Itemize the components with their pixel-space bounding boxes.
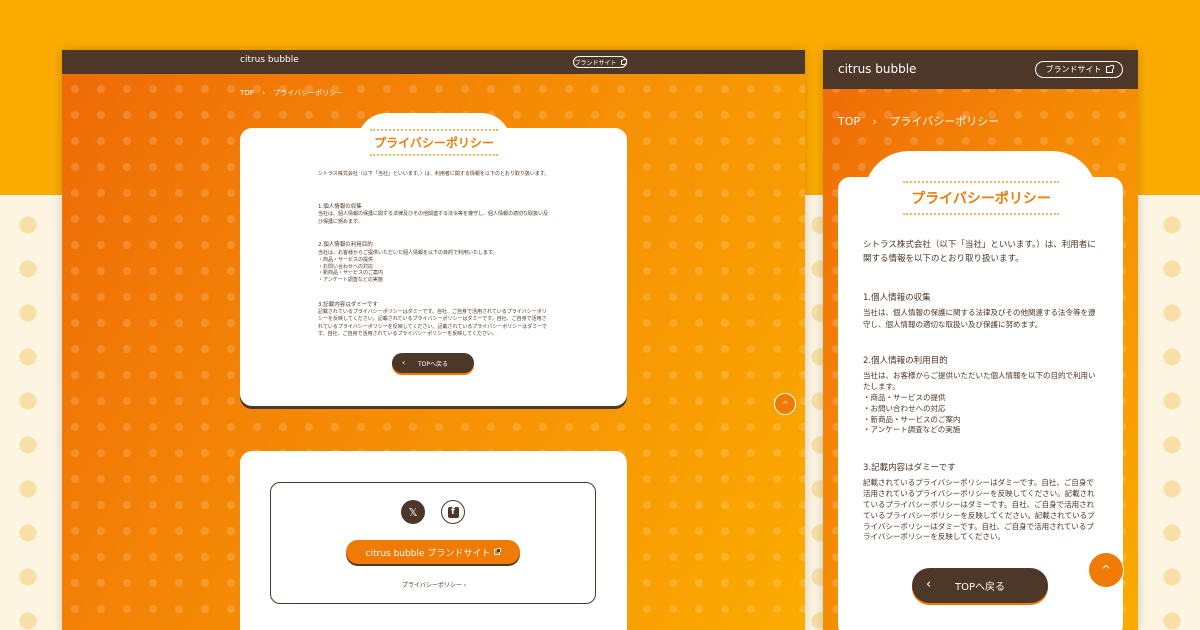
- breadcrumb-top[interactable]: TOP: [240, 89, 254, 97]
- footer-brand-button[interactable]: citrus bubble ブランドサイト: [346, 540, 520, 564]
- external-link-icon: [494, 548, 502, 555]
- chevron-left-icon: ‹: [402, 358, 406, 367]
- scroll-to-top-button[interactable]: ^: [774, 393, 796, 415]
- breadcrumb: TOP › プライバシーポリシー: [240, 88, 343, 98]
- facebook-glyph: f: [447, 506, 459, 518]
- breadcrumb-current: プライバシーポリシー: [273, 89, 344, 97]
- section3-body: 記載されているプライバシーポリシーはダミーです。自社、ご自身で活用されているプラ…: [318, 309, 547, 337]
- section1-body: 当社は、個人情報の保護に関する法律及びその他関連する法令等を遵守し、個人情報の適…: [318, 211, 549, 225]
- x-icon[interactable]: 𝕏: [401, 500, 425, 524]
- desktop-mockup: citrus bubble ブランドサイト TOP › プライバシーポリシー プ…: [62, 50, 805, 630]
- section3-body: 記載されているプライバシーポリシーはダミーです。自社、ご自身で活用されているプラ…: [863, 478, 1095, 542]
- policy-intro: シトラス株式会社（以下「当社」といいます。）は、利用者に関する情報を以下のとおり…: [318, 171, 550, 177]
- breadcrumb-separator: ›: [262, 89, 266, 97]
- external-link-icon: [620, 58, 627, 65]
- breadcrumb-current: プライバシーポリシー: [889, 115, 1000, 128]
- footer-privacy-link[interactable]: プライバシーポリシー ›: [402, 580, 466, 589]
- section2-heading: 2.個人情報の利用目的: [318, 242, 373, 248]
- chevron-up-icon: ^: [1100, 563, 1112, 577]
- back-to-top-label: TOPへ戻る: [954, 582, 1005, 593]
- mobile-header: citrus bubble ブランドサイト: [823, 50, 1138, 89]
- back-to-top-button[interactable]: ‹ TOPへ戻る: [912, 568, 1048, 603]
- brand-site-button[interactable]: ブランドサイト: [1035, 61, 1123, 78]
- section1-body: 当社は、個人情報の保護に関する法律及びその他関連する法令等を遵守し、個人情報の適…: [863, 308, 1096, 329]
- chevron-up-icon: ^: [781, 399, 789, 409]
- logo[interactable]: citrus bubble: [838, 62, 916, 76]
- mobile-mockup: citrus bubble ブランドサイト TOP › プライバシーポリシー プ…: [823, 50, 1138, 630]
- policy-title: プライバシーポリシー: [903, 181, 1059, 215]
- chevron-left-icon: ‹: [926, 577, 932, 592]
- scroll-to-top-button[interactable]: ^: [1088, 552, 1124, 588]
- breadcrumb-separator: ›: [872, 115, 877, 128]
- back-to-top-label: TOPへ戻る: [417, 360, 448, 368]
- desktop-header: citrus bubble ブランドサイト: [62, 50, 805, 74]
- section1-heading: 1.個人情報の収集: [863, 293, 931, 303]
- section2-body: 当社は、お客様からご提供いただいた個人情報を以下の目的で利用いたします。 ・商品…: [863, 371, 1096, 435]
- section1-heading: 1.個人情報の収集: [318, 204, 362, 210]
- section3-heading: 3.記載内容はダミーです: [318, 302, 378, 308]
- external-link-icon: [1105, 65, 1114, 73]
- back-to-top-button[interactable]: ‹ TOPへ戻る: [392, 353, 474, 373]
- brand-site-button-label: ブランドサイト: [574, 59, 617, 67]
- brand-site-button[interactable]: ブランドサイト: [573, 56, 627, 68]
- section2-heading: 2.個人情報の利用目的: [863, 356, 948, 366]
- x-icon-glyph: 𝕏: [408, 505, 418, 519]
- logo[interactable]: citrus bubble: [240, 55, 299, 65]
- policy-title: プライバシーポリシー: [370, 129, 498, 156]
- brand-site-button-label: ブランドサイト: [1045, 65, 1102, 74]
- policy-intro: シトラス株式会社（以下「当社」といいます。）は、利用者に関する情報を以下のとおり…: [863, 240, 1096, 264]
- footer-brand-button-label: citrus bubble ブランドサイト: [365, 548, 491, 559]
- section2-body: 当社は、お客様からご提供いただいた個人情報を以下の目的で利用いたします。 ・商品…: [318, 250, 498, 283]
- section3-heading: 3.記載内容はダミーです: [863, 463, 956, 473]
- facebook-icon[interactable]: f: [441, 500, 465, 524]
- breadcrumb: TOP › プライバシーポリシー: [838, 113, 999, 129]
- breadcrumb-top[interactable]: TOP: [838, 115, 860, 128]
